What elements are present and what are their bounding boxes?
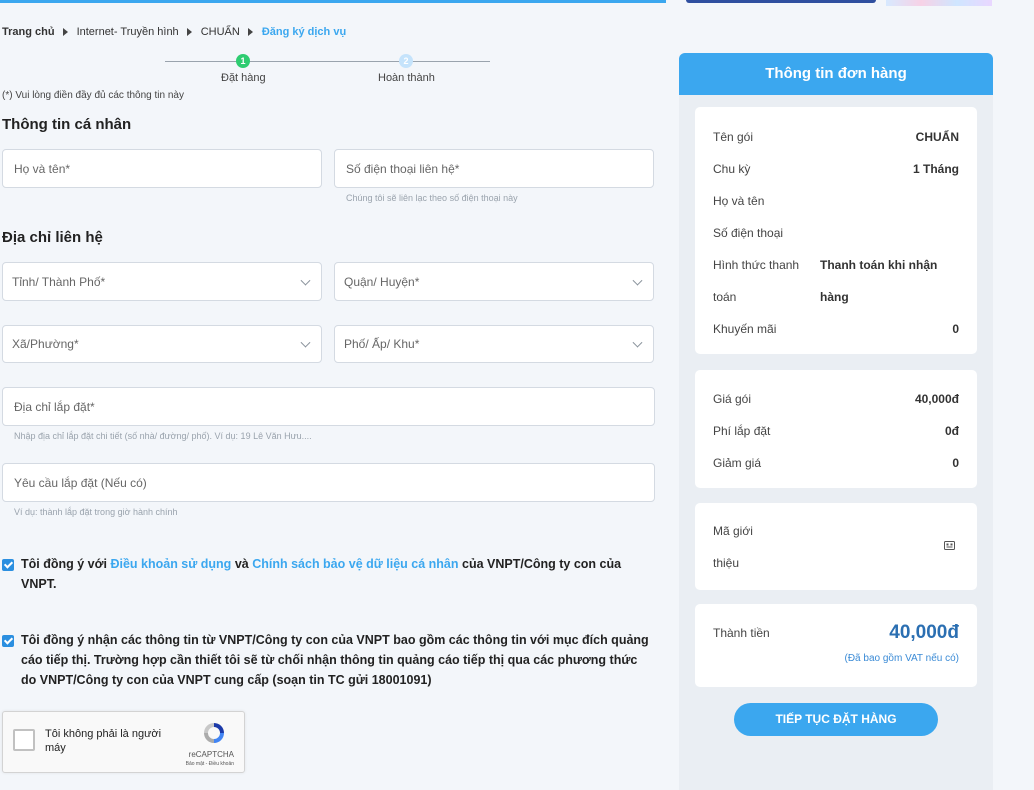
chevron-down-icon: [300, 337, 311, 348]
order-details-card: Tên gói CHUẨN Chu kỳ 1 Tháng Họ và tên S…: [695, 107, 977, 354]
referral-card: Mã giới thiệu: [695, 503, 977, 590]
top-accent-bar: [0, 0, 666, 3]
payment-label-line-2: toán: [713, 290, 737, 304]
chevron-down-icon: [300, 275, 311, 286]
step-2-indicator: 2: [399, 54, 413, 68]
recaptcha-terms[interactable]: Bảo mật - Điều khoản: [186, 761, 234, 767]
promo-row: Khuyến mãi 0: [713, 322, 959, 336]
discount-value: 0: [952, 456, 959, 470]
chevron-right-icon: [186, 28, 192, 36]
install-request-placeholder: Yêu cầu lắp đặt (Nếu có): [14, 475, 147, 490]
phone-row: Số điện thoại: [713, 226, 959, 240]
breadcrumb-home[interactable]: Trang chủ: [2, 26, 55, 38]
referral-label-line-2: thiệu: [713, 556, 740, 570]
install-fee-label: Phí lắp đặt: [713, 424, 771, 438]
install-address-hint: Nhập địa chỉ lắp đặt chi tiết (số nhà/ đ…: [14, 431, 312, 441]
terms-and: và: [234, 557, 249, 571]
install-address-input[interactable]: Địa chỉ lắp đặt*: [2, 387, 655, 426]
district-select[interactable]: Quận/ Huyện*: [334, 262, 654, 301]
breadcrumb: Trang chủ Internet- Truyền hình CHUẨN Đă…: [2, 26, 354, 38]
terms-prefix: Tôi đồng ý với: [21, 557, 107, 571]
step-1-indicator: 1: [236, 54, 250, 68]
terms-checkbox[interactable]: [2, 559, 14, 571]
chevron-down-icon: [632, 337, 643, 348]
price-value: 40,000đ: [914, 392, 959, 406]
marketing-checkbox[interactable]: [2, 635, 14, 647]
step-1-label: Đặt hàng: [221, 72, 266, 84]
install-fee-row: Phí lắp đặt 0đ: [713, 424, 959, 438]
province-select[interactable]: Tỉnh/ Thành Phố*: [2, 262, 322, 301]
recaptcha-checkbox[interactable]: [13, 729, 35, 751]
total-card: Thành tiền 40,000đ (Đã bao gồm VAT nếu c…: [695, 604, 977, 687]
cycle-label: Chu kỳ: [713, 162, 751, 176]
stepper-line: [165, 61, 490, 62]
install-address-placeholder: Địa chỉ lắp đặt*: [14, 399, 95, 414]
referral-row: Mã giới: [713, 524, 959, 538]
package-row: Tên gói CHUẨN: [713, 130, 959, 144]
street-select[interactable]: Phố/ Ấp/ Khu*: [334, 325, 654, 363]
recaptcha-brand: reCAPTCHA: [188, 750, 234, 759]
price-label: Giá gói: [713, 392, 752, 406]
discount-label: Giảm giá: [713, 456, 762, 470]
price-row: Giá gói 40,000đ: [713, 392, 959, 406]
privacy-policy-link[interactable]: Chính sách bảo vệ dữ liệu cá nhân: [252, 557, 458, 571]
phone-input[interactable]: Số điện thoại liên hệ*: [334, 149, 654, 188]
recaptcha-widget: Tôi không phải là người máy reCAPTCHA Bả…: [2, 711, 245, 773]
breadcrumb-package[interactable]: CHUẨN: [201, 26, 240, 38]
breadcrumb-internet-tv[interactable]: Internet- Truyền hình: [77, 26, 179, 38]
cycle-value: 1 Tháng: [912, 162, 959, 176]
breadcrumb-current: Đăng ký dịch vụ: [261, 26, 347, 38]
order-summary-panel: Thông tin đơn hàng Tên gói CHUẨN Chu kỳ …: [679, 53, 993, 790]
referral-label-line-1: Mã giới: [713, 524, 753, 538]
chevron-right-icon: [62, 28, 68, 36]
chevron-right-icon: [247, 28, 253, 36]
payment-row-cont: toán hàng: [713, 290, 959, 304]
total-value: 40,000đ: [889, 622, 959, 643]
phone-placeholder: Số điện thoại liên hệ*: [346, 161, 460, 176]
promo-value: 0: [952, 322, 959, 336]
name-row: Họ và tên: [713, 194, 959, 208]
terms-agreement-text: Tôi đồng ý với Điều khoản sử dụng và Chí…: [21, 554, 651, 594]
total-label: Thành tiền: [713, 626, 770, 640]
phone-hint: Chúng tôi sẽ liên lạc theo số điện thoại…: [346, 193, 518, 203]
name-input[interactable]: Họ và tên*: [2, 149, 322, 188]
payment-value-line-1: Thanh toán khi nhận: [820, 258, 938, 272]
promo-label: Khuyến mãi: [713, 322, 777, 336]
ward-select[interactable]: Xã/Phường*: [2, 325, 322, 363]
payment-label-line-1: Hình thức thanh: [713, 258, 800, 272]
ward-placeholder: Xã/Phường*: [12, 337, 79, 351]
install-request-hint: Ví dụ: thành lắp đặt trong giờ hành chín…: [14, 507, 178, 517]
name-placeholder: Họ và tên*: [14, 161, 71, 176]
discount-row: Giảm giá 0: [713, 456, 959, 470]
payment-row: Hình thức thanh Thanh toán khi nhận: [713, 258, 959, 272]
cycle-row: Chu kỳ 1 Tháng: [713, 162, 959, 176]
district-placeholder: Quận/ Huyện*: [344, 274, 420, 289]
referral-row-cont: thiệu: [713, 556, 959, 570]
continue-order-button[interactable]: TIẾP TỤC ĐẶT HÀNG: [734, 703, 938, 736]
required-note: (*) Vui lòng điền đầy đủ các thông tin n…: [2, 90, 184, 101]
install-fee-value: 0đ: [944, 424, 959, 438]
referral-code-icon[interactable]: [944, 540, 955, 551]
name-label: Họ và tên: [713, 194, 765, 208]
marketing-agreement-text: Tôi đồng ý nhận các thông tin từ VNPT/Cô…: [21, 633, 649, 687]
recaptcha-label: Tôi không phải là người máy: [45, 728, 162, 754]
street-placeholder: Phố/ Ấp/ Khu*: [344, 337, 420, 351]
chevron-down-icon: [632, 275, 643, 286]
address-title: Địa chỉ liên hệ: [2, 229, 103, 246]
price-card: Giá gói 40,000đ Phí lắp đặt 0đ Giảm giá …: [695, 370, 977, 488]
payment-value-line-2: hàng: [820, 290, 849, 304]
province-placeholder: Tỉnh/ Thành Phố*: [12, 274, 106, 289]
step-2-label: Hoàn thành: [378, 72, 435, 84]
package-label: Tên gói: [713, 130, 754, 144]
order-summary-title: Thông tin đơn hàng: [679, 53, 993, 95]
package-value: CHUẨN: [915, 130, 959, 144]
recaptcha-logo-icon: [204, 723, 224, 743]
total-vat-note: (Đã bao gồm VAT nếu có): [844, 653, 959, 664]
personal-info-title: Thông tin cá nhân: [2, 116, 132, 133]
phone-label: Số điện thoại: [713, 226, 784, 240]
install-request-input[interactable]: Yêu cầu lắp đặt (Nếu có): [2, 463, 655, 502]
terms-of-use-link[interactable]: Điều khoản sử dụng: [110, 557, 231, 571]
top-banner-strip: [886, 0, 992, 6]
top-nav-tab: [686, 0, 876, 3]
